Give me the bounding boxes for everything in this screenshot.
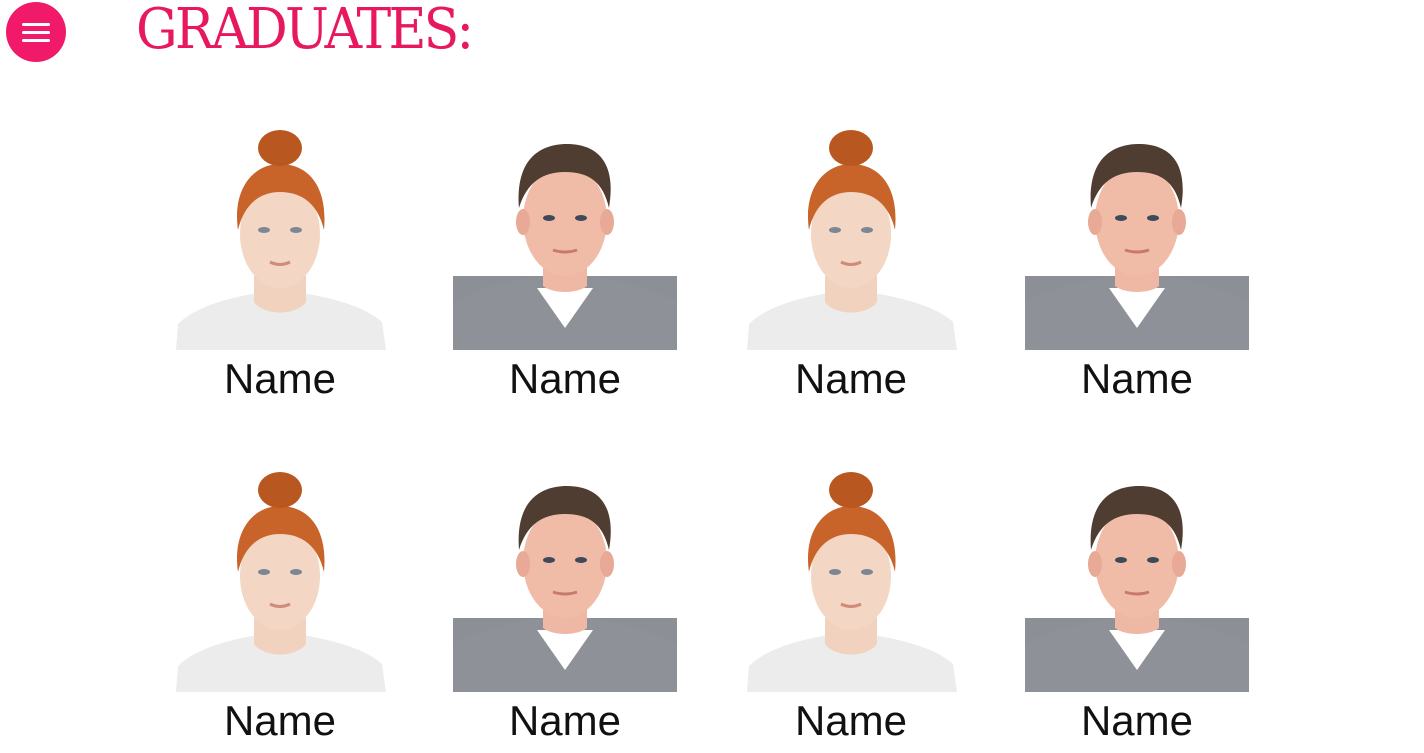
graduate-card[interactable]: Name <box>1022 126 1252 404</box>
graduate-photo <box>745 128 959 350</box>
graduate-card[interactable]: Name <box>1022 468 1252 746</box>
hamburger-menu-icon <box>22 22 50 26</box>
graduate-name: Name <box>508 697 622 744</box>
graduate-card[interactable]: Name <box>450 468 680 746</box>
graduate-name: Name <box>1080 355 1194 402</box>
graduate-photo <box>453 484 677 692</box>
graduate-photo <box>745 470 959 692</box>
graduate-photo <box>174 128 388 350</box>
page-title: GRADUATES: <box>136 0 474 62</box>
graduate-name: Name <box>223 355 337 402</box>
graduate-name: Name <box>794 697 908 744</box>
graduate-card[interactable]: Name <box>165 468 395 746</box>
graduate-name: Name <box>794 355 908 402</box>
menu-button[interactable] <box>6 2 66 62</box>
graduate-photo <box>453 142 677 350</box>
graduate-photo <box>1025 484 1249 692</box>
graduate-card[interactable]: Name <box>450 126 680 404</box>
graduate-card[interactable]: Name <box>736 126 966 404</box>
graduate-card[interactable]: Name <box>736 468 966 746</box>
graduate-photo <box>174 470 388 692</box>
graduate-name: Name <box>508 355 622 402</box>
graduate-name: Name <box>223 697 337 744</box>
graduate-name: Name <box>1080 697 1194 744</box>
graduate-card[interactable]: Name <box>165 126 395 404</box>
graduate-photo <box>1025 142 1249 350</box>
